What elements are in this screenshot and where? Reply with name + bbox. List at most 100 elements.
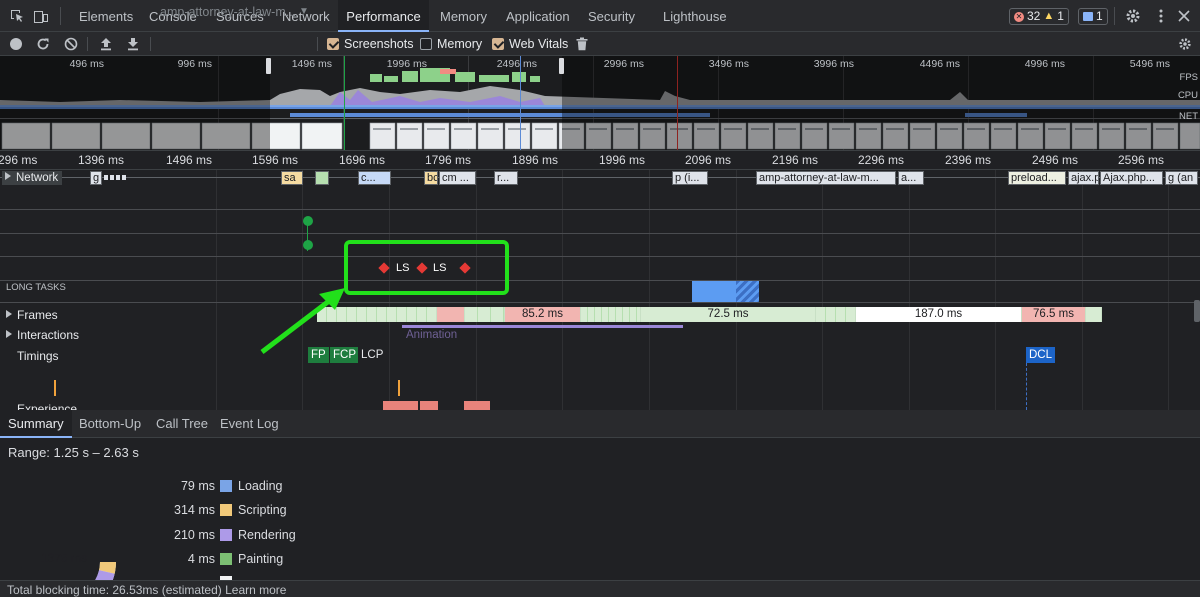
overview-tick: 996 ms: [177, 58, 212, 70]
overview-tick: 2996 ms: [603, 58, 644, 70]
tab-bottom-up[interactable]: Bottom-Up: [79, 410, 141, 438]
legend-swatch: [220, 553, 232, 565]
legend-ms: 210 ms: [174, 528, 215, 542]
toolbar-divider: [87, 37, 88, 51]
tab-lighthouse[interactable]: Lighthouse: [663, 0, 727, 32]
performance-toolbar: [0, 32, 1200, 56]
frame[interactable]: 76.5 ms: [1022, 307, 1086, 322]
frames-label: Frames: [17, 308, 58, 322]
interactions-track-toggle[interactable]: Interactions: [6, 328, 79, 342]
animation-bar[interactable]: [402, 325, 683, 328]
network-track-toggle[interactable]: Network: [2, 171, 63, 185]
frame[interactable]: [437, 307, 465, 322]
inspect-element-icon[interactable]: [7, 6, 27, 26]
frame[interactable]: 72.5 ms: [641, 307, 816, 322]
screenshots-checkbox[interactable]: Screenshots: [327, 36, 413, 52]
reload-icon[interactable]: [34, 35, 52, 53]
tab-application[interactable]: Application: [506, 0, 570, 32]
issues-badge[interactable]: ✕ 32 ▲ 1: [1009, 8, 1069, 25]
tab-elements[interactable]: Elements: [79, 0, 133, 32]
recording-select[interactable]: amp-attorney-at-law-m... ▼: [160, 3, 328, 21]
ruler-tick: 1996 ms: [599, 153, 646, 167]
ruler-tick: 1796 ms: [425, 153, 472, 167]
close-icon[interactable]: [1174, 6, 1194, 26]
frame[interactable]: [581, 307, 641, 322]
capture-settings-gear-icon[interactable]: [1176, 35, 1194, 53]
long-task-bar[interactable]: [692, 281, 736, 302]
download-icon[interactable]: [124, 35, 142, 53]
webvitals-checkbox[interactable]: Web Vitals: [492, 36, 568, 52]
network-request[interactable]: [104, 175, 126, 180]
screenshots-label: Screenshots: [344, 37, 414, 51]
messages-badge[interactable]: 1: [1078, 8, 1108, 25]
frames-track-toggle[interactable]: Frames: [6, 308, 58, 322]
learn-more-link[interactable]: Learn more: [225, 583, 286, 597]
record-icon[interactable]: [7, 35, 25, 53]
network-request[interactable]: r...: [494, 171, 518, 185]
selection-handle-left[interactable]: [266, 58, 271, 74]
frame[interactable]: [1086, 307, 1102, 322]
ruler-tick: 2196 ms: [772, 153, 819, 167]
network-request[interactable]: bc: [424, 171, 438, 185]
network-request[interactable]: g (an: [1165, 171, 1198, 185]
overview-tick: 1996 ms: [386, 58, 427, 70]
lcp-marker[interactable]: [303, 240, 313, 250]
network-request[interactable]: g: [90, 171, 102, 185]
legend-ms: 314 ms: [174, 503, 215, 517]
tab-memory[interactable]: Memory: [440, 0, 487, 32]
legend-scripting: 314 ms Scripting: [150, 503, 330, 519]
lcp-chip[interactable]: LCP: [358, 347, 387, 363]
memory-label: Memory: [437, 37, 483, 51]
tab-summary[interactable]: Summary: [0, 410, 72, 438]
network-request[interactable]: a...: [898, 171, 924, 185]
network-request[interactable]: ajax.p: [1068, 171, 1099, 185]
error-count: 32: [1027, 9, 1041, 23]
network-request[interactable]: sa: [281, 171, 303, 185]
more-options-icon[interactable]: [1151, 6, 1171, 26]
device-toolbar-icon[interactable]: [31, 6, 51, 26]
upload-icon[interactable]: [97, 35, 115, 53]
frame[interactable]: 187.0 ms: [856, 307, 1022, 322]
network-request[interactable]: preload...: [1008, 171, 1066, 185]
scrollbar-thumb[interactable]: [1194, 300, 1200, 322]
frame[interactable]: [816, 307, 856, 322]
network-request[interactable]: Ajax.php...: [1100, 171, 1163, 185]
status-footer: Total blocking time: 26.53ms (estimated)…: [0, 580, 1200, 597]
network-request[interactable]: [315, 171, 329, 185]
tab-event-log[interactable]: Event Log: [220, 410, 279, 438]
network-request[interactable]: p (i...: [672, 171, 708, 185]
dcl-chip[interactable]: DCL: [1026, 347, 1056, 363]
legend-name: Painting: [238, 552, 284, 566]
overview-unselected-left: [0, 56, 270, 150]
frame[interactable]: 85.2 ms: [505, 307, 581, 322]
selection-handle-right[interactable]: [559, 58, 564, 74]
range-text: Range: 1.25 s – 2.63 s: [8, 445, 139, 460]
gear-icon[interactable]: [1123, 6, 1143, 26]
network-request[interactable]: amp-attorney-at-law-m...: [756, 171, 896, 185]
tab-security[interactable]: Security: [588, 0, 635, 32]
overview-tick: 5496 ms: [1129, 58, 1170, 70]
tab-call-tree[interactable]: Call Tree: [156, 410, 208, 438]
network-request[interactable]: c...: [358, 171, 391, 185]
tab-performance[interactable]: Performance: [338, 0, 429, 32]
memory-checkbox[interactable]: Memory: [420, 36, 482, 52]
long-task-blocking[interactable]: [736, 281, 759, 302]
network-request[interactable]: cm ...: [439, 171, 476, 185]
warning-icon: ▲: [1043, 10, 1055, 22]
track-divider: [0, 280, 1200, 281]
overview-tick: 4496 ms: [919, 58, 960, 70]
fcp-marker[interactable]: [303, 216, 313, 226]
warning-count: 1: [1057, 9, 1064, 23]
donut-total: 1375 ms: [40, 551, 88, 565]
network-track-label: Network: [16, 172, 59, 184]
overview-unselected-right: [562, 56, 1200, 150]
legend-ms: 79 ms: [180, 479, 215, 493]
error-icon: ✕: [1014, 11, 1024, 22]
clear-icon[interactable]: [62, 35, 80, 53]
toolbar-divider: [150, 37, 151, 51]
ruler-tick: 1696 ms: [339, 153, 386, 167]
timeline-overview[interactable]: 496 ms 996 ms 1496 ms 1996 ms 2496 ms 29…: [0, 56, 1200, 150]
frame[interactable]: [465, 307, 505, 322]
trash-icon[interactable]: [573, 35, 591, 53]
legend-swatch: [220, 504, 232, 516]
